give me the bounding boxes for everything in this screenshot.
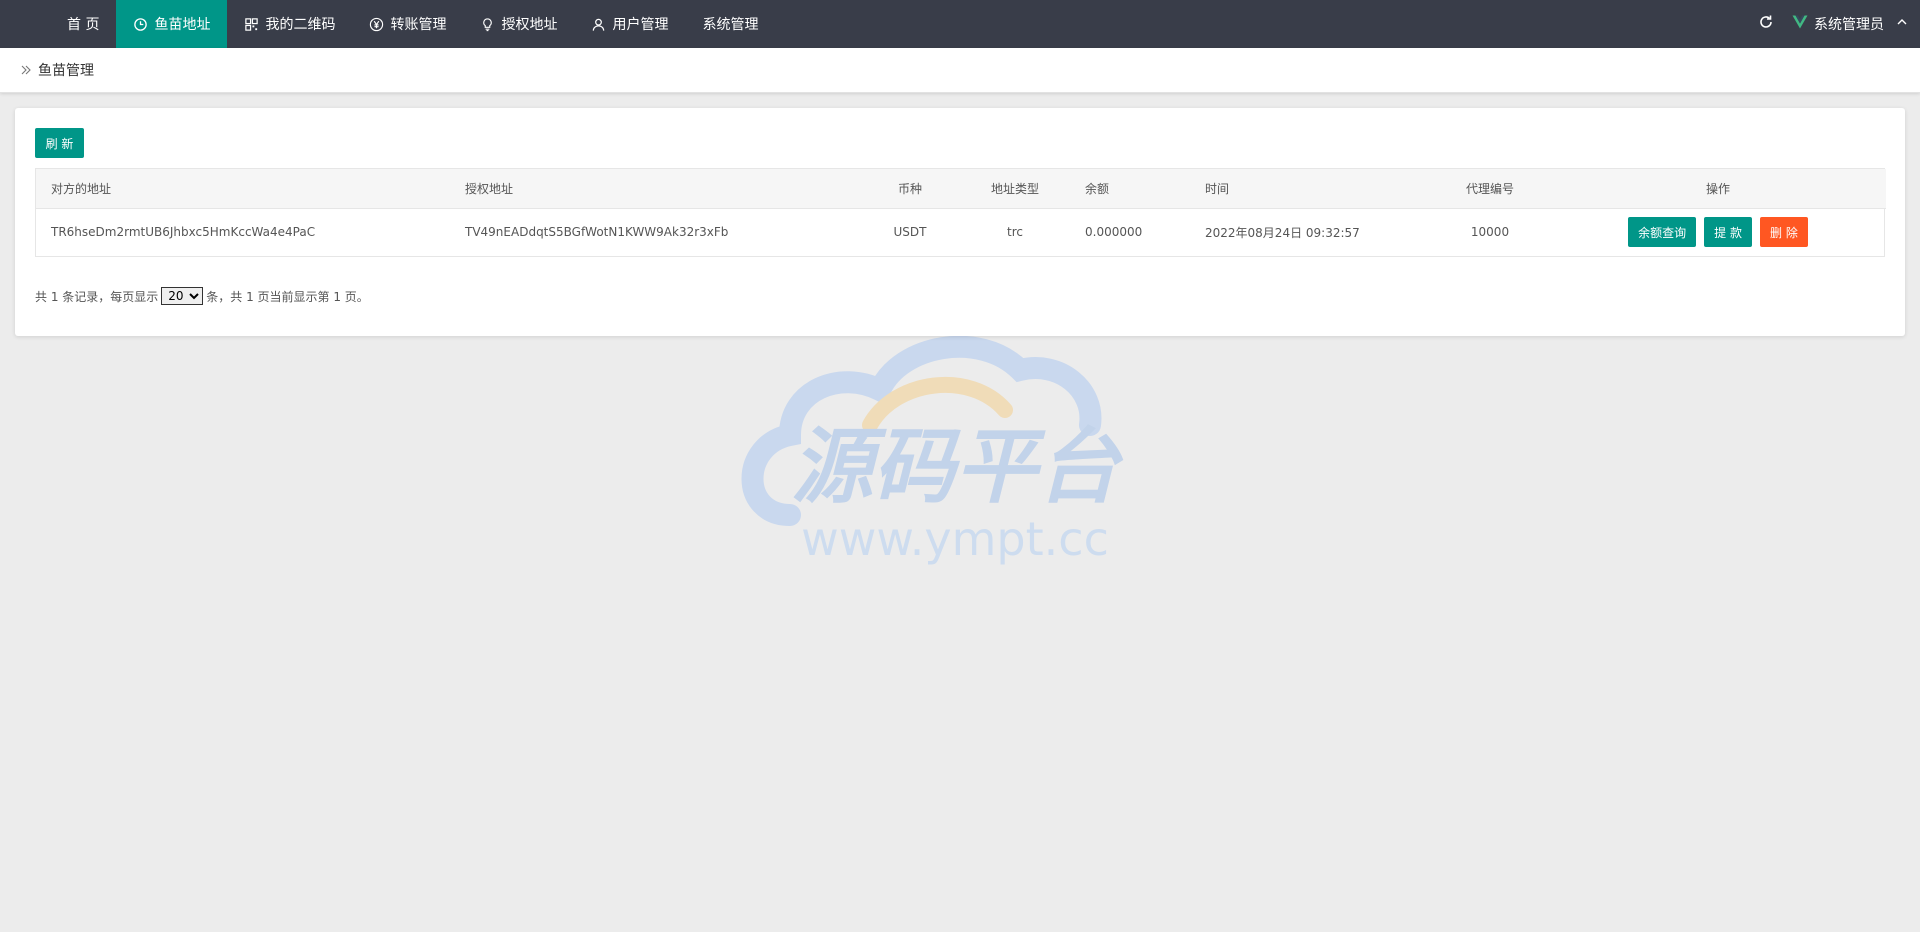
- nav-item-label: 我的二维码: [265, 17, 336, 33]
- nav-menu: 首 页 鱼苗地址 我的二维码 转账管理 授权地址 用户管理 系统管理: [0, 0, 775, 48]
- cell-auth-address: TV49nEADdqtS5BGfWotN1KWW9Ak32r3xFb: [465, 225, 729, 240]
- double-chevron-right-icon: [20, 61, 32, 80]
- refresh-icon: [1758, 14, 1774, 34]
- cell-agent: 10000: [1470, 225, 1510, 240]
- nav-item-fry-address[interactable]: 鱼苗地址: [116, 0, 228, 48]
- watermark-url: www.ympt.cc: [801, 512, 1109, 566]
- nav-item-user-manage[interactable]: 用户管理: [574, 0, 685, 48]
- cell-actions: 余额查询 提 款 删 除: [1550, 208, 1886, 256]
- nav-item-system[interactable]: 系统管理: [685, 0, 775, 48]
- nav-item-home[interactable]: 首 页: [50, 0, 116, 48]
- col-header-agent: 代理编号: [1430, 169, 1550, 209]
- page-refresh-button[interactable]: [1744, 0, 1788, 48]
- page-size-select[interactable]: 20: [161, 287, 204, 305]
- cell-balance: 0.000000: [1085, 225, 1143, 240]
- pager-suffix: 条，共 1 页当前显示第 1 页。: [206, 289, 369, 304]
- nav-item-label: 授权地址: [501, 17, 558, 33]
- user-menu[interactable]: 系统管理员: [1792, 0, 1920, 48]
- col-header-auth-address: 授权地址: [450, 169, 860, 209]
- table-row: TR6hseDm2rmtUB6Jhbxc5HmKccWa4e4PaC TV49n…: [36, 208, 1886, 256]
- breadcrumb: 鱼苗管理: [0, 48, 1920, 93]
- col-header-time: 时间: [1190, 169, 1430, 209]
- nav-right: 系统管理员: [1744, 0, 1920, 48]
- cell-currency: USDT: [893, 225, 927, 240]
- withdraw-button[interactable]: 提 款: [1704, 217, 1752, 248]
- col-header-balance: 余额: [1070, 169, 1190, 209]
- col-header-address: 对方的地址: [36, 169, 450, 209]
- yen-icon: [369, 17, 384, 32]
- col-header-actions: 操作: [1550, 169, 1886, 209]
- qrcode-icon: [244, 17, 259, 32]
- balance-query-button[interactable]: 余额查询: [1628, 217, 1697, 248]
- cell-time: 2022年08月24日 09:32:57: [1205, 225, 1360, 240]
- nav-item-label: 首 页: [67, 17, 100, 33]
- nav-item-qrcode[interactable]: 我的二维码: [227, 0, 352, 48]
- clock-icon: [133, 17, 148, 32]
- user-icon: [591, 17, 606, 32]
- lightbulb-icon: [480, 17, 495, 32]
- pager-prefix: 共 1 条记录，每页显示: [35, 289, 159, 304]
- vue-logo-icon: [1792, 14, 1808, 34]
- watermark-title: 源码平台: [791, 420, 1124, 515]
- watermark-logo: 源码平台 www.ympt.cc: [730, 330, 1180, 590]
- refresh-button[interactable]: 刷 新: [35, 128, 84, 158]
- data-table: 对方的地址 授权地址 币种 地址类型 余额 时间 代理编号 操作 TR6hseD…: [35, 168, 1886, 257]
- col-header-type: 地址类型: [960, 169, 1070, 209]
- user-name: 系统管理员: [1814, 17, 1884, 33]
- col-header-currency: 币种: [860, 169, 960, 209]
- cell-address: TR6hseDm2rmtUB6Jhbxc5HmKccWa4e4PaC: [51, 225, 316, 240]
- nav-item-label: 系统管理: [702, 17, 759, 33]
- delete-button[interactable]: 删 除: [1760, 217, 1808, 248]
- chevron-up-icon: [1890, 16, 1908, 32]
- cell-type: trc: [1007, 225, 1023, 240]
- breadcrumb-current: 鱼苗管理: [38, 63, 94, 79]
- nav-item-label: 转账管理: [390, 17, 447, 33]
- table-header-row: 对方的地址 授权地址 币种 地址类型 余额 时间 代理编号 操作: [36, 169, 1886, 209]
- content-card: 刷 新 对方的地址 授权地址 币种 地址类型 余额 时间 代理编号 操作 TR6…: [15, 108, 1905, 336]
- nav-item-label: 用户管理: [612, 17, 669, 33]
- nav-item-label: 鱼苗地址: [154, 17, 211, 33]
- top-navbar: 首 页 鱼苗地址 我的二维码 转账管理 授权地址 用户管理 系统管理 系统管理员: [0, 0, 1920, 48]
- nav-item-transfer[interactable]: 转账管理: [352, 0, 463, 48]
- pagination-info: 共 1 条记录，每页显示 20 条，共 1 页当前显示第 1 页。: [35, 287, 369, 305]
- nav-item-auth-address[interactable]: 授权地址: [463, 0, 574, 48]
